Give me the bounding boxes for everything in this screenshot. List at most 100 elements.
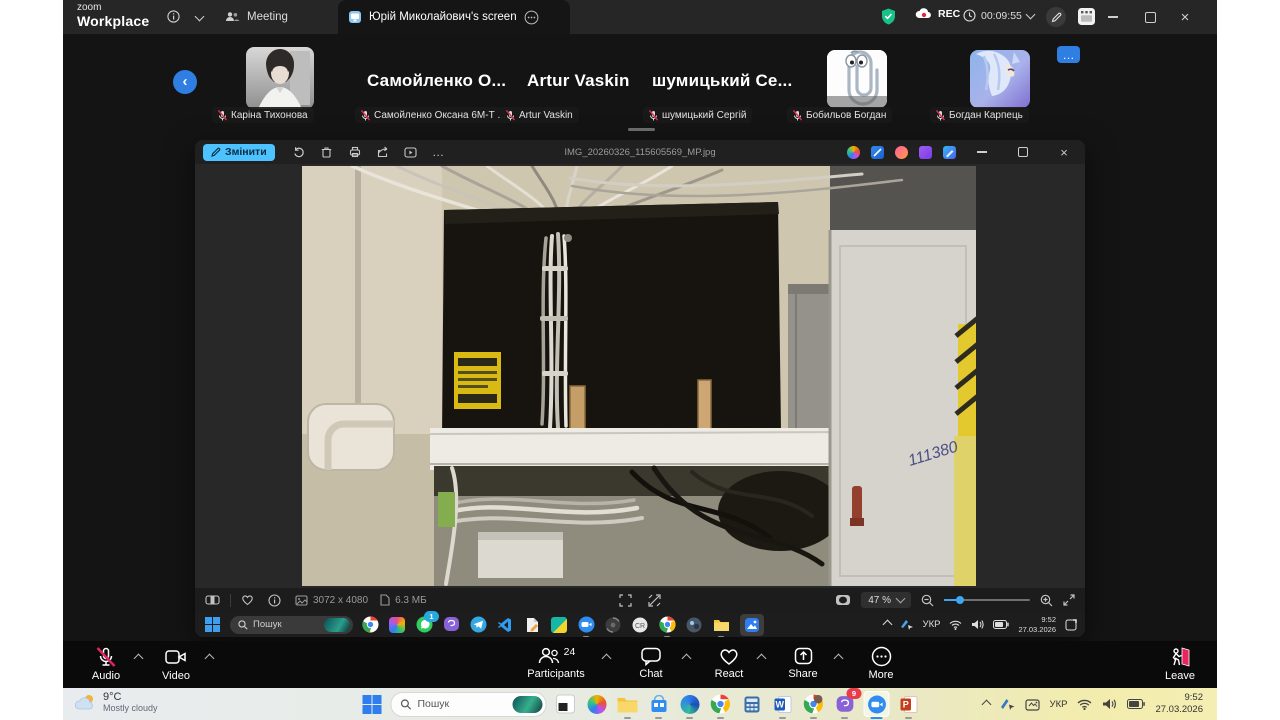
minimize-button[interactable] — [967, 140, 997, 164]
participant-tile-video[interactable] — [246, 47, 314, 109]
pen-input-icon[interactable] — [1000, 698, 1015, 710]
wifi-icon[interactable] — [949, 620, 962, 630]
share-options-chevron[interactable] — [834, 654, 844, 664]
participant-tile-name[interactable]: Самойленко О... — [367, 71, 506, 91]
taskbar-icon-chrome[interactable] — [360, 615, 380, 635]
tray-expand-icon[interactable] — [882, 620, 892, 630]
photo-ai-icon[interactable] — [871, 146, 884, 159]
react-options-chevron[interactable] — [757, 654, 767, 664]
start-button[interactable] — [202, 615, 222, 635]
pen-input-icon[interactable] — [900, 619, 914, 630]
chevron-down-icon[interactable] — [195, 12, 205, 22]
speaker-icon[interactable] — [1102, 698, 1117, 710]
language-indicator[interactable]: УКР — [1050, 699, 1068, 710]
taskbar-icon-powerpoint[interactable]: P — [897, 692, 921, 716]
edit-button[interactable]: Змінити — [203, 144, 275, 161]
taskbar-icon-chrome[interactable] — [709, 692, 733, 716]
taskbar-icon-viber[interactable]: 9 — [833, 692, 857, 716]
participants-options-chevron[interactable] — [602, 654, 612, 664]
battery-icon[interactable] — [1127, 699, 1145, 709]
restore-button[interactable] — [1135, 0, 1165, 34]
zoom-slider-thumb[interactable] — [956, 596, 964, 604]
share-icon[interactable] — [369, 140, 397, 164]
file-info-icon[interactable] — [268, 594, 281, 607]
fit-to-window-icon[interactable] — [619, 594, 632, 607]
taskbar-icon-documents[interactable] — [522, 615, 542, 635]
close-button[interactable]: × — [1049, 140, 1079, 164]
language-indicator[interactable]: УКР — [923, 619, 941, 630]
minimize-button[interactable] — [1098, 0, 1128, 34]
taskbar-icon-snipping[interactable] — [554, 692, 578, 716]
print-icon[interactable] — [341, 140, 369, 164]
copilot-icon[interactable] — [847, 146, 860, 159]
close-button[interactable]: × — [1170, 0, 1200, 34]
zoom-in-icon[interactable] — [1040, 594, 1053, 607]
taskbar-icon-telegram[interactable] — [468, 615, 488, 635]
participant-tile-name[interactable]: Artur Vaskin — [527, 71, 630, 91]
taskbar-icon-chrome-profile[interactable] — [802, 692, 826, 716]
tab-meeting[interactable]: Meeting — [215, 0, 298, 34]
taskbar-icon-chrome-2[interactable] — [657, 615, 677, 635]
react-button[interactable]: React — [701, 646, 757, 680]
taskbar-icon-photos-mobile[interactable] — [387, 615, 407, 635]
taskbar-icon-copilot[interactable] — [585, 692, 609, 716]
participant-tile-name[interactable]: шумицький Се... — [652, 71, 792, 91]
taskbar-icon-word[interactable]: W — [771, 692, 795, 716]
photo-canvas[interactable]: 111380 — [195, 164, 1085, 588]
delete-icon[interactable] — [313, 140, 341, 164]
tab-options-icon[interactable] — [524, 10, 539, 25]
taskbar-icon-whatsapp[interactable]: 1 — [414, 615, 434, 635]
security-shield-icon[interactable] — [881, 8, 896, 25]
more-button[interactable]: More — [853, 646, 909, 681]
filmstrip-toggle-icon[interactable] — [205, 594, 220, 606]
restore-button[interactable] — [1008, 140, 1038, 164]
video-button[interactable]: Video — [148, 646, 204, 682]
leave-button[interactable]: Leave — [1152, 646, 1208, 682]
weather-widget[interactable]: 9°C Mostly cloudy — [75, 691, 158, 713]
slideshow-icon[interactable] — [397, 140, 425, 164]
zoom-out-icon[interactable] — [921, 594, 934, 607]
tab-shared-screen[interactable]: Юрій Миколайович's screen — [338, 0, 570, 34]
recording-indicator[interactable]: REC — [915, 8, 960, 20]
taskbar-icon-cr-app[interactable]: CR — [630, 615, 650, 635]
snip-tray-icon[interactable] — [1025, 698, 1040, 711]
share-button[interactable]: Share — [775, 646, 831, 680]
taskbar-icon-zoom-active[interactable] — [864, 691, 890, 717]
shared-clock[interactable]: 9:52 27.03.2026 — [1018, 615, 1056, 634]
speaker-icon[interactable] — [971, 619, 984, 630]
taskbar-icon-paint[interactable] — [684, 615, 704, 635]
taskbar-icon-store[interactable] — [647, 692, 671, 716]
taskbar-icon-viber[interactable] — [441, 615, 461, 635]
apps-grid-button[interactable] — [1077, 7, 1096, 26]
more-options-icon[interactable]: … — [425, 140, 453, 164]
designer-icon[interactable] — [943, 146, 956, 159]
battery-icon[interactable] — [993, 620, 1009, 629]
wifi-icon[interactable] — [1077, 699, 1092, 710]
meeting-timer[interactable]: 00:09:55 — [963, 9, 1034, 22]
taskbar-icon-photos-active[interactable] — [740, 614, 764, 636]
annotate-pencil-button[interactable] — [1046, 7, 1066, 27]
background-blur-icon[interactable] — [835, 594, 851, 606]
clock-widget[interactable]: 9:52 27.03.2026 — [1155, 692, 1203, 717]
action-center-icon[interactable] — [1065, 619, 1077, 631]
strip-scroll-left-button[interactable]: ‹ — [173, 70, 197, 94]
participants-button[interactable]: 24 Participants — [518, 646, 594, 680]
audio-options-chevron[interactable] — [134, 654, 144, 664]
taskbar-icon-zoom[interactable] — [576, 615, 596, 635]
search-box[interactable]: Пошук — [230, 616, 353, 634]
actual-size-icon[interactable] — [648, 594, 661, 607]
search-box[interactable]: Пошук — [391, 692, 547, 717]
taskbar-icon-vscode[interactable] — [495, 615, 515, 635]
taskbar-icon-explorer[interactable] — [711, 615, 731, 635]
chat-button[interactable]: Chat — [623, 646, 679, 680]
taskbar-icon-edge[interactable] — [678, 692, 702, 716]
strip-more-button[interactable]: … — [1057, 46, 1080, 63]
tray-expand-icon[interactable] — [981, 699, 991, 709]
taskbar-icon-gamebar[interactable] — [603, 615, 623, 635]
chat-options-chevron[interactable] — [682, 654, 692, 664]
rotate-icon[interactable] — [285, 140, 313, 164]
audio-button[interactable]: Audio — [78, 646, 134, 682]
clipchamp-icon[interactable] — [895, 146, 908, 159]
taskbar-icon-calculator[interactable] — [740, 692, 764, 716]
participant-tile-avatar[interactable] — [970, 50, 1030, 108]
